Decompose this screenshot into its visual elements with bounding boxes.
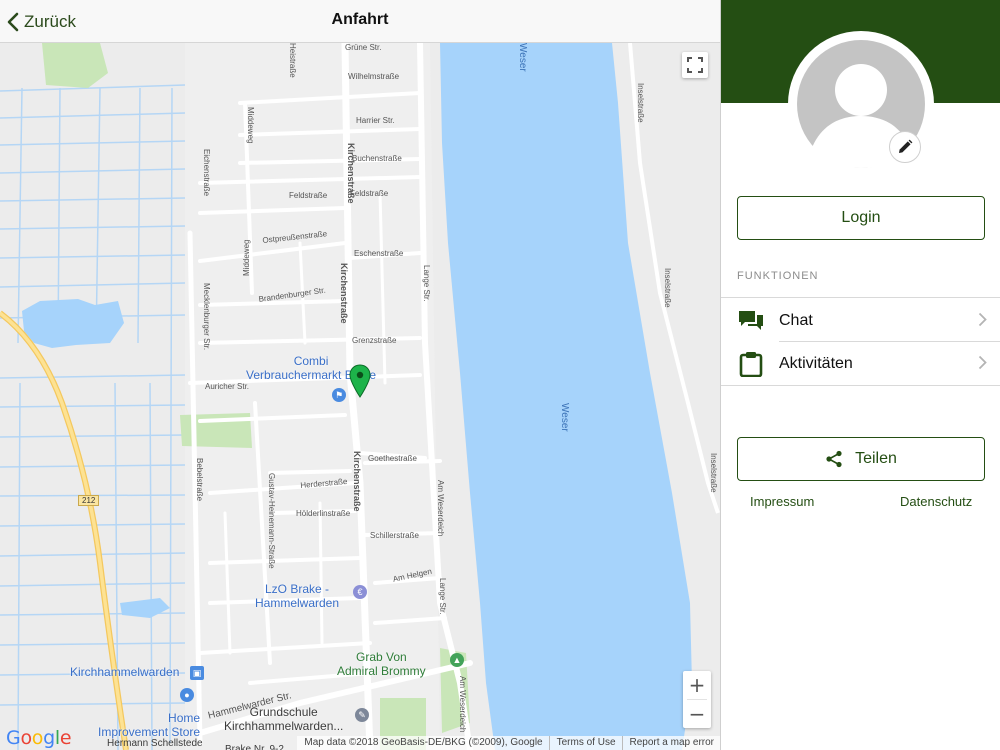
- street-label: Feldstraße: [289, 191, 328, 200]
- bank-icon: €: [353, 585, 367, 599]
- app-window: Zurück Anfahrt Grüne Str. Wilhelmstraße …: [0, 0, 1000, 750]
- poi-bottom-label: Brake Nr. 9-2: [225, 744, 284, 750]
- street-label: Schillerstraße: [370, 531, 419, 540]
- poi-grave-label[interactable]: Grab Von Admiral Brommy: [337, 650, 426, 678]
- location-pin-icon[interactable]: [349, 364, 371, 398]
- street-label: Mecklenburger Str.: [202, 283, 211, 351]
- share-button[interactable]: Teilen: [737, 437, 985, 481]
- menu-item-label: Aktivitäten: [779, 355, 853, 372]
- road-shield: 212: [78, 495, 100, 506]
- share-icon: [826, 450, 842, 468]
- zoom-in-button[interactable]: +: [683, 671, 711, 699]
- zoom-out-button[interactable]: −: [683, 700, 711, 728]
- edit-avatar-button[interactable]: [889, 131, 921, 163]
- transit-icon: ▣: [190, 666, 204, 680]
- school-icon: ✎: [355, 708, 369, 722]
- divider: [721, 385, 1000, 386]
- street-label: Grüne Str.: [345, 43, 382, 52]
- sidebar-menu: Login FUNKTIONEN Chat Aktivitäten Teilen…: [720, 0, 1000, 750]
- street-label: Wilhelmstraße: [348, 72, 400, 81]
- street-label: Heistraße: [288, 43, 297, 78]
- menu-item-chat[interactable]: Chat: [721, 297, 1000, 341]
- impressum-link[interactable]: Impressum: [750, 494, 814, 509]
- clipboard-icon: [739, 352, 763, 377]
- street-label: Inselstraße: [709, 453, 718, 493]
- share-label: Teilen: [855, 450, 897, 467]
- poi-home-store-label[interactable]: Home Improvement Store: [98, 711, 200, 739]
- poi-kirchhammelwarden-label[interactable]: Kirchhammelwarden: [70, 665, 179, 679]
- fullscreen-button[interactable]: [682, 52, 708, 78]
- chevron-right-icon: [978, 312, 987, 327]
- street-label: Bebelstraße: [195, 458, 204, 502]
- street-label: Kirchenstraße: [339, 263, 349, 324]
- street-label: Kirchenstraße: [352, 451, 362, 512]
- map-data-attribution: Map data ©2018 GeoBasis-DE/BKG (©2009), …: [304, 737, 543, 748]
- pencil-icon: [899, 139, 913, 153]
- street-label: Inselstraße: [636, 83, 645, 123]
- section-title: FUNKTIONEN: [737, 270, 819, 282]
- street-label: Harrier Str.: [356, 116, 395, 125]
- street-label: Auricher Str.: [205, 382, 250, 391]
- chevron-left-icon: [7, 12, 19, 32]
- poi-school-label[interactable]: Grundschule Kirchhammelwarden...: [224, 705, 343, 733]
- street-label: Lange Str.: [422, 265, 431, 302]
- fullscreen-icon: [687, 57, 703, 73]
- page-title: Anfahrt: [331, 11, 389, 28]
- street-label: Eschenstraße: [354, 249, 404, 258]
- map-attribution: Map data ©2018 GeoBasis-DE/BKG (©2009), …: [297, 736, 720, 750]
- login-button[interactable]: Login: [737, 196, 985, 240]
- street-label: Hölderlinstraße: [296, 509, 351, 518]
- google-logo[interactable]: Google: [6, 727, 72, 749]
- street-label: Lange Str.: [438, 578, 447, 615]
- street-label: Middeweg: [242, 239, 251, 276]
- back-label: Zurück: [24, 12, 76, 31]
- river-label: Weser: [517, 43, 528, 72]
- map-pane: Zurück Anfahrt Grüne Str. Wilhelmstraße …: [0, 0, 720, 750]
- park-icon: ▲: [450, 653, 464, 667]
- chevron-right-icon: [978, 355, 987, 370]
- street-label: Am Weserdeich: [458, 676, 467, 733]
- river-label: Weser: [559, 403, 570, 432]
- street-label: Kirchenstraße: [346, 143, 356, 204]
- chat-icon: [739, 311, 763, 330]
- street-label: Grenzstraße: [352, 336, 397, 345]
- poi-hermann-label: Hermann Schellstede: [107, 738, 203, 749]
- zoom-control: + −: [683, 671, 711, 728]
- report-map-error-link[interactable]: Report a map error: [623, 736, 720, 750]
- street-label: Inselstraße: [663, 268, 672, 308]
- street-label: Buchenstraße: [352, 154, 402, 163]
- street-label: Gustav-Heinemann-Straße: [267, 473, 276, 569]
- store-icon: ●: [180, 688, 194, 702]
- login-label: Login: [841, 209, 881, 226]
- map-view[interactable]: Grüne Str. Wilhelmstraße Harrier Str. Bu…: [0, 43, 720, 750]
- datenschutz-link[interactable]: Datenschutz: [900, 494, 972, 509]
- street-label: Goethestraße: [368, 454, 417, 463]
- back-button[interactable]: Zurück: [6, 8, 76, 36]
- poi-bank-label[interactable]: LzO Brake - Hammelwarden: [255, 582, 339, 610]
- street-label: Am Weserdeich: [436, 480, 445, 537]
- menu-item-label: Chat: [779, 312, 813, 329]
- navigation-bar: Zurück Anfahrt: [0, 0, 720, 43]
- street-label: Middeweg: [246, 107, 255, 144]
- shopping-cart-icon: ⚑: [332, 388, 346, 402]
- terms-of-use-link[interactable]: Terms of Use: [550, 736, 622, 750]
- street-label: Eichenstraße: [202, 149, 211, 197]
- menu-item-activities[interactable]: Aktivitäten: [721, 341, 1000, 385]
